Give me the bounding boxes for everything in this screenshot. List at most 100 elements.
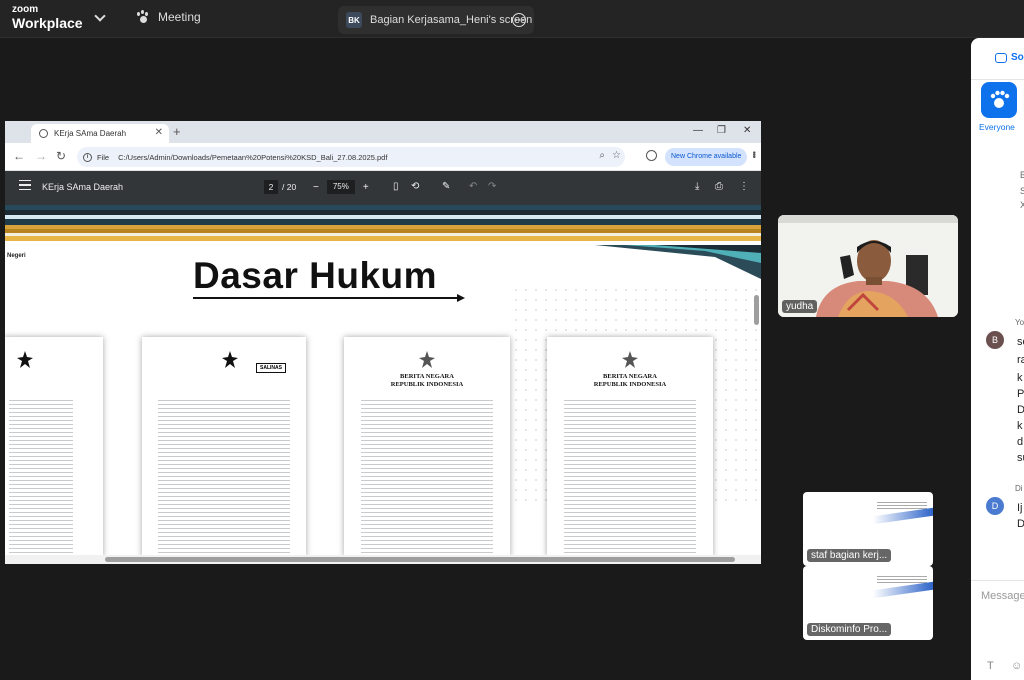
pdf-toolbar: KErja SAma Daerah 2 / 20 − 75% + ▯ ⟲ ✎ ↶… (5, 171, 761, 205)
download-icon[interactable]: ⤓ (695, 181, 699, 192)
avatar: B (986, 331, 1004, 349)
everyone-channel-label: Everyone (979, 122, 1015, 132)
emoji-icon[interactable]: ☺ (1011, 660, 1022, 672)
tab-meeting[interactable]: Meeting (136, 10, 201, 24)
chevron-down-icon[interactable] (94, 10, 106, 22)
shared-screen-title: Bagian Kerjasama_Heni's screen (370, 14, 533, 26)
address-bar[interactable]: i File C:/Users/Admin/Downloads/Pemetaan… (77, 147, 625, 167)
vertical-scrollbar[interactable] (754, 295, 759, 325)
new-chrome-available-button[interactable]: New Chrome available (665, 148, 748, 166)
text-format-icon[interactable]: T (987, 660, 994, 672)
pdf-page-view: Negeri Dasar Hukum SALINAS BERITA NEGARA… (5, 205, 761, 564)
slide-preview-stripe (873, 581, 933, 599)
document-text-lines (563, 397, 697, 557)
browser-tab[interactable]: KErja SAma Daerah ✕ (31, 124, 169, 143)
heading-arrow (457, 294, 465, 302)
chat-snippet: S (1020, 186, 1024, 196)
bookmark-star-icon[interactable]: ☆ (612, 150, 621, 161)
document-header-line2: REPUBLIK INDONESIA (593, 381, 667, 388)
more-options-icon[interactable] (512, 13, 526, 27)
chat-message-line: D (1017, 404, 1024, 416)
close-tab-icon[interactable]: ✕ (155, 127, 163, 138)
everyone-channel-button[interactable] (981, 82, 1017, 118)
zoom-controls: − 75% + (313, 180, 369, 194)
chat-message-line: se (1017, 336, 1024, 348)
print-icon[interactable]: ⎙ (715, 181, 723, 192)
chat-bubble-icon (995, 53, 1007, 63)
new-tab-icon[interactable]: + (173, 124, 181, 139)
paw-icon (136, 10, 150, 24)
zoom-out-icon[interactable]: − (313, 182, 319, 193)
slide-heading: Dasar Hukum (193, 255, 438, 296)
address-bar-scheme: File (97, 152, 110, 162)
participant-video-tile[interactable]: staf bagian kerj... (803, 492, 933, 566)
shared-browser-window: KErja SAma Daerah ✕ + — ❐ ✕ ← → ↻ i File… (5, 121, 761, 564)
chat-sender-label: Di (1015, 484, 1023, 493)
chat-sender-label: Yo (1015, 318, 1024, 327)
document-header-line1: BERITA NEGARA (400, 373, 454, 380)
slide-preview-stripe (873, 507, 933, 525)
participant-name: Diskominfo Pro... (807, 623, 892, 636)
page-total: / 20 (282, 182, 297, 192)
fit-page-icon[interactable]: ▯ (393, 181, 399, 192)
globe-icon (39, 129, 48, 138)
menu-icon[interactable] (19, 180, 31, 190)
horizontal-scrollbar[interactable] (5, 555, 761, 564)
slide-corner-swoosh (595, 245, 761, 279)
restore-icon[interactable]: ❐ (717, 125, 726, 136)
document-text-lines (158, 397, 290, 557)
zoom-search-icon[interactable]: ⌕ (599, 150, 605, 161)
minimize-icon[interactable]: — (693, 125, 703, 136)
chat-message-line: su (1017, 452, 1024, 464)
page-indicator: 2 / 20 (264, 180, 296, 194)
chat-header: So (971, 38, 1024, 80)
zoom-brand-large: Workplace (12, 15, 83, 31)
undo-icon[interactable]: ↶ (469, 181, 477, 192)
redo-icon[interactable]: ↷ (488, 181, 496, 192)
chat-message-input[interactable]: Message (981, 590, 1024, 602)
chat-panel: So Everyone B S X Yo B se ra k P D k d s… (971, 38, 1024, 680)
zoom-brand-small: zoom (12, 4, 39, 15)
chrome-menu-icon[interactable]: ••• (749, 151, 759, 157)
address-bar-url: C:/Users/Admin/Downloads/Pemetaan%20Pote… (118, 152, 388, 162)
tab-shared-screen[interactable]: BK Bagian Kerjasama_Heni's screen (338, 6, 534, 34)
more-vert-icon[interactable]: ⋮ (739, 181, 749, 192)
reload-icon[interactable]: ↻ (56, 149, 66, 163)
document-text-lines (360, 397, 494, 557)
participant-name: yudha (782, 300, 818, 313)
legal-document-thumbnail: BERITA NEGARA REPUBLIK INDONESIA (547, 337, 713, 557)
browser-tab-bar: KErja SAma Daerah ✕ + — ❐ ✕ (5, 121, 761, 143)
forward-icon[interactable]: → (35, 149, 47, 163)
slide-corner-text: Negeri (7, 253, 26, 259)
rotate-icon[interactable]: ⟲ (411, 181, 419, 192)
close-window-icon[interactable]: ✕ (743, 125, 751, 136)
garuda-emblem-icon (419, 351, 435, 368)
chat-header-title: So (1011, 52, 1024, 63)
back-icon[interactable]: ← (13, 149, 25, 163)
participant-video-tile[interactable]: Diskominfo Pro... (803, 566, 933, 640)
profile-icon[interactable] (646, 150, 657, 161)
legal-document-thumbnail (5, 337, 103, 557)
zoom-workplace-logo[interactable]: zoom Workplace (12, 4, 83, 31)
slide-header-stripes (5, 205, 761, 245)
tab-meeting-label: Meeting (158, 10, 201, 24)
chat-snippet: B (1020, 170, 1024, 180)
legal-document-thumbnail: BERITA NEGARA REPUBLIK INDONESIA (344, 337, 510, 557)
horizontal-scroll-thumb[interactable] (105, 557, 735, 562)
chat-divider (971, 580, 1024, 581)
document-header-line2: REPUBLIK INDONESIA (390, 381, 464, 388)
avatar: D (986, 497, 1004, 515)
zoom-top-bar: zoom Workplace Meeting BK Bagian Kerjasa… (0, 0, 1024, 38)
chat-message-line: P (1017, 388, 1024, 400)
document-header-line1: BERITA NEGARA (603, 373, 657, 380)
page-number-input[interactable]: 2 (264, 180, 278, 194)
chat-message-line: Ij (1017, 502, 1023, 514)
zoom-level-input[interactable]: 75% (326, 180, 355, 194)
legal-document-thumbnail: SALINAS (142, 337, 306, 557)
paw-icon (990, 90, 1010, 108)
zoom-in-icon[interactable]: + (363, 182, 369, 193)
chat-message-line: d (1017, 436, 1024, 448)
participant-video-tile[interactable]: yudha (778, 215, 958, 317)
annotate-icon[interactable]: ✎ (442, 181, 450, 192)
info-icon: i (83, 152, 92, 162)
